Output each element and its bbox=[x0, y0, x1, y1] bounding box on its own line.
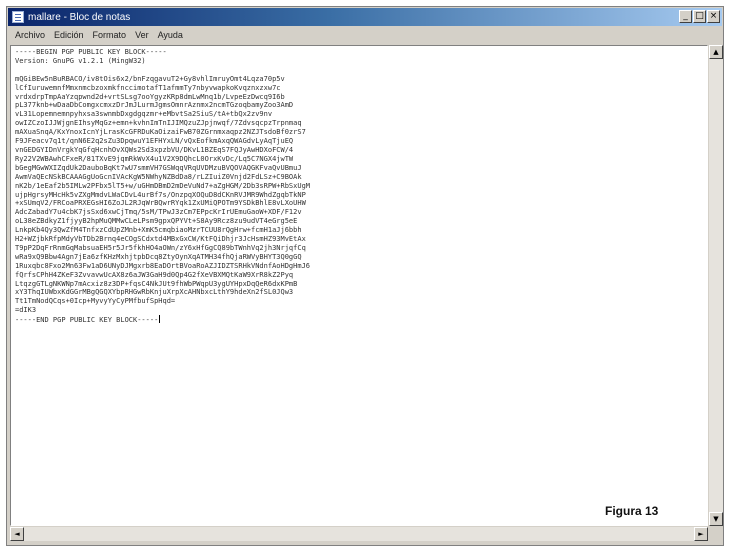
minimize-button[interactable]: _ bbox=[679, 10, 692, 23]
window-title: mallare - Bloc de notas bbox=[28, 11, 131, 23]
text-line: T9pP2DqFrRnmGqMabsuaEH5r5Jr5fkhHO4aOWn/z… bbox=[15, 243, 306, 252]
text-line: xY3ThqIUWbxKdGGrMBgQGQXYbpRHGwRbKnjuXrpX… bbox=[15, 288, 294, 297]
menu-edicion[interactable]: Edición bbox=[54, 30, 84, 40]
text-line: oL38eZBdkyZ1fjyyB2hpMuQMMwCLeLPsm9gpxQPY… bbox=[15, 217, 298, 226]
text-line: wRa9xQ9Bbw4Agn7jEa6zfKHzMxhjtpbDcq8ZtyOy… bbox=[15, 252, 302, 261]
text-line: lCfIuruwemnfMmxnmcbzoxmkfnccimotafT1afmm… bbox=[15, 83, 281, 92]
arrow-up-icon: ▲ bbox=[713, 48, 719, 56]
menu-bar: Archivo Edición Formato Ver Ayuda bbox=[9, 27, 721, 43]
text-line: Ry22V2WBAwhCFxeR/81TXvE9jqmRkWvX4u1V2X9D… bbox=[15, 154, 294, 163]
menu-ver[interactable]: Ver bbox=[135, 30, 149, 40]
scroll-down-button[interactable]: ▼ bbox=[709, 512, 723, 526]
text-line: AwmVaQEcNSkBCAAAGgUoGcnIVAcKgW5NWhyNZBdD… bbox=[15, 172, 302, 181]
scroll-right-button[interactable]: ► bbox=[694, 527, 708, 541]
text-line: AdcZabadY7u4cbK7jsSxd6xwCjTmq/5sM/TPwJ3z… bbox=[15, 208, 302, 217]
editor-content[interactable]: -----BEGIN PGP PUBLIC KEY BLOCK----- Ver… bbox=[15, 48, 703, 325]
armor-checksum: =dIK3 bbox=[15, 306, 37, 315]
horizontal-scrollbar[interactable]: ◄ ► bbox=[10, 527, 708, 541]
arrow-left-icon: ◄ bbox=[14, 530, 20, 538]
text-line: owIZCzoIJJWjgnEIhsyMqGz+emn+kvhnImTnIJIM… bbox=[15, 119, 302, 128]
window-controls: _ □ × bbox=[679, 10, 720, 23]
vertical-scrollbar[interactable]: ▲ ▼ bbox=[709, 45, 723, 526]
text-line: H2+WZjbkRfpMdyVbTDb2Brnq4eCOgSCdxtd4MBxG… bbox=[15, 235, 306, 244]
text-line: bGegMGwWXIZqdUk2DauboBqKt7wU7smmVH7GSWqq… bbox=[15, 163, 302, 172]
resize-grip[interactable] bbox=[709, 527, 723, 541]
scroll-up-button[interactable]: ▲ bbox=[709, 45, 723, 59]
text-line: mQGiBEw5nBuRBACO/iv8tOis6x2/bnFzqgavuT2+… bbox=[15, 74, 285, 83]
text-line: mAXuaSnqA/KxYnoxIcnYjLrasKcGFRDuKaOizaiF… bbox=[15, 128, 306, 137]
text-line: vrdxdrpTmpAaYzqpwnd2d+vrtSLsg7ooYgyzKRp8… bbox=[15, 92, 285, 101]
text-line: ujpHgrsyMHcHk5vZXgMmdvLWaCDvL4urBf7s/Onz… bbox=[15, 190, 306, 199]
text-line: Version: GnuPG v1.2.1 (MingW32) bbox=[15, 56, 146, 65]
text-line: LnkpKb4Qy3QwZfM4TnfxzCdUpZMnb+XmK5cmqbia… bbox=[15, 226, 302, 235]
scroll-left-button[interactable]: ◄ bbox=[10, 527, 24, 541]
menu-ayuda[interactable]: Ayuda bbox=[158, 30, 183, 40]
maximize-button[interactable]: □ bbox=[693, 10, 706, 23]
text-line: -----BEGIN PGP PUBLIC KEY BLOCK----- bbox=[15, 48, 167, 56]
text-line: LtqzgGTLgNKWNp7mAcxiz8z3DP+fqsC4NkJUt9fh… bbox=[15, 279, 298, 288]
notepad-icon[interactable] bbox=[12, 11, 24, 23]
notepad-window: mallare - Bloc de notas _ □ × Archivo Ed… bbox=[6, 6, 724, 546]
arrow-down-icon: ▼ bbox=[713, 515, 719, 523]
pgp-key-lines: -----BEGIN PGP PUBLIC KEY BLOCK----- Ver… bbox=[15, 48, 310, 305]
text-line: 1Ruxqbc8Fxo2Mn63Fw1aD6UNyDJMgxrb8EaDOrtB… bbox=[15, 261, 311, 270]
arrow-right-icon: ► bbox=[698, 530, 704, 538]
menu-formato[interactable]: Formato bbox=[93, 30, 127, 40]
text-caret bbox=[159, 315, 161, 324]
text-line: vnGEDGYIDnVrgkYqGfqHcnhOvXQWs2Sd3xpzbVU/… bbox=[15, 145, 294, 154]
menu-archivo[interactable]: Archivo bbox=[15, 30, 45, 40]
text-editor[interactable]: -----BEGIN PGP PUBLIC KEY BLOCK----- Ver… bbox=[10, 45, 708, 526]
text-line: fQrfsCPhH4ZKeF3ZvvavwUcAX8z6aJW3GaH9d0Qp… bbox=[15, 270, 294, 279]
title-bar[interactable]: mallare - Bloc de notas _ □ × bbox=[8, 8, 722, 26]
text-line: pL377knb+wDaaDbComgxcmxzDrJmJLurmJgmsOmn… bbox=[15, 101, 294, 110]
figure-caption: Figura 13 bbox=[605, 504, 659, 518]
text-line: +xSUmqV2/FRCoaPRXEGsHI6ZoJL2RJqWrBQwrRYq… bbox=[15, 199, 306, 208]
text-line: nK2b/1eEaf2b5IMLw2PFbx5lT5+w/uGHmDBmD2mD… bbox=[15, 181, 311, 190]
close-button[interactable]: × bbox=[707, 10, 720, 23]
pgp-end-line: -----END PGP PUBLIC KEY BLOCK----- bbox=[15, 316, 159, 325]
text-line: Tt1TmNodQCqs+0Icp+MyvyYyCyPMfbufSpHqd= bbox=[15, 297, 176, 306]
text-line: F9JFeacv7q1t/qnN6E2q2sZu3DpqwuY1EFHYxLN/… bbox=[15, 137, 294, 146]
text-line: vL31Lopemnemnpyhxsa3swnmbDxgdgqzmr+eMbvt… bbox=[15, 110, 273, 119]
